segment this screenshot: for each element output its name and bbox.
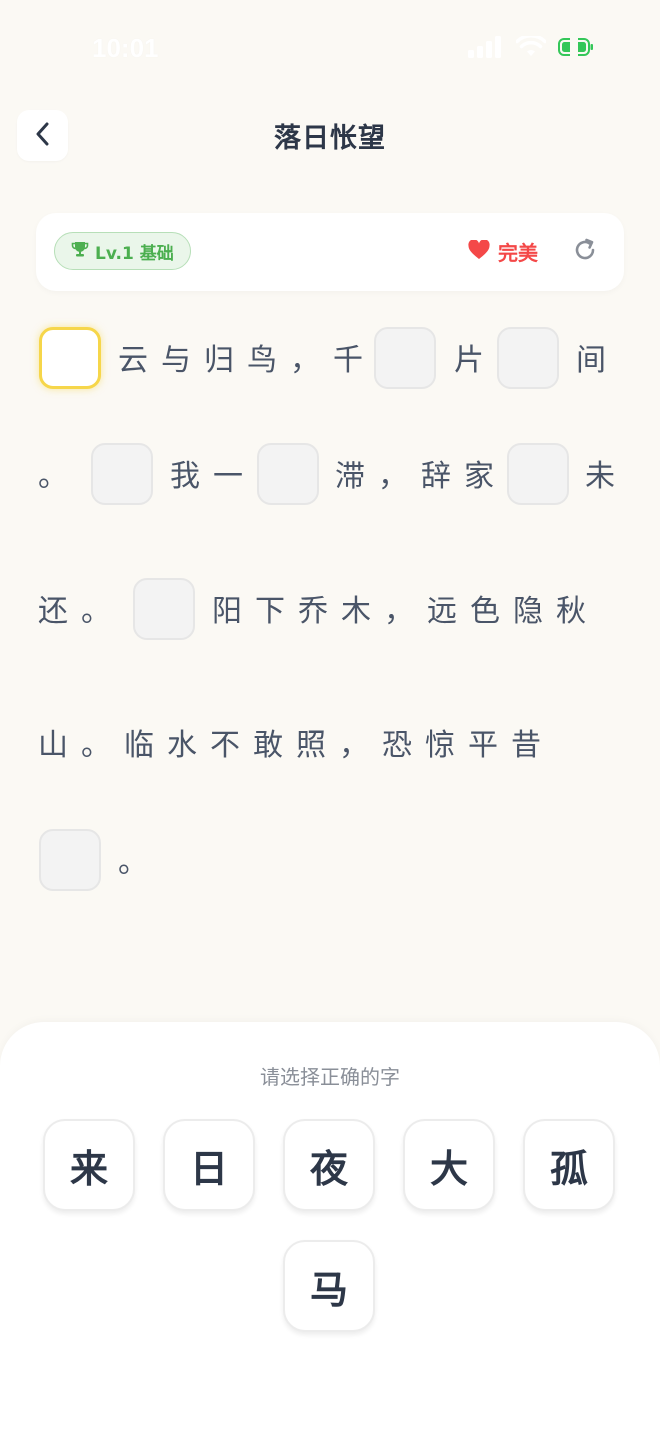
choice-button[interactable]: 夜 <box>283 1119 375 1211</box>
blank-5[interactable] <box>257 443 319 505</box>
poem-text: 我一 <box>170 459 256 494</box>
choice-prompt: 请选择正确的字 <box>260 1065 400 1089</box>
choice-button[interactable]: 日 <box>163 1119 255 1211</box>
poem-text: 间 <box>576 343 619 378</box>
poem-text: 阳下乔木，远色隐秋 <box>212 594 599 629</box>
blank-7[interactable] <box>133 578 195 640</box>
blank-6[interactable] <box>507 443 569 505</box>
poem-text: 未 <box>585 459 628 494</box>
poem-text: 片 <box>454 343 497 378</box>
blank-1[interactable] <box>39 327 101 389</box>
choice-button[interactable]: 孤 <box>523 1119 615 1211</box>
blank-8[interactable] <box>39 829 101 891</box>
blank-2[interactable] <box>374 327 436 389</box>
choice-button[interactable]: 大 <box>403 1119 495 1211</box>
poem-text: 云与归鸟，千 <box>118 343 376 378</box>
blank-3[interactable] <box>497 327 559 389</box>
poem-text: 。 <box>38 459 81 494</box>
poem-text: 滞，辞家 <box>335 459 507 494</box>
choice-button[interactable]: 来 <box>43 1119 135 1211</box>
poem-text: 还。 <box>38 594 124 629</box>
blank-4[interactable] <box>91 443 153 505</box>
choice-panel: 请选择正确的字 来 日 夜 大 孤 马 <box>0 1022 660 1434</box>
poem-text: 。 <box>118 845 161 880</box>
poem-text: 山。临水不敢照，恐惊平昔 <box>38 728 554 763</box>
poem-area: 云与归鸟，千 片 间 。 我一 滞，辞家 未 还。 阳下乔木，远色隐秋 山。临水… <box>0 0 660 1000</box>
choice-button[interactable]: 马 <box>283 1240 375 1332</box>
